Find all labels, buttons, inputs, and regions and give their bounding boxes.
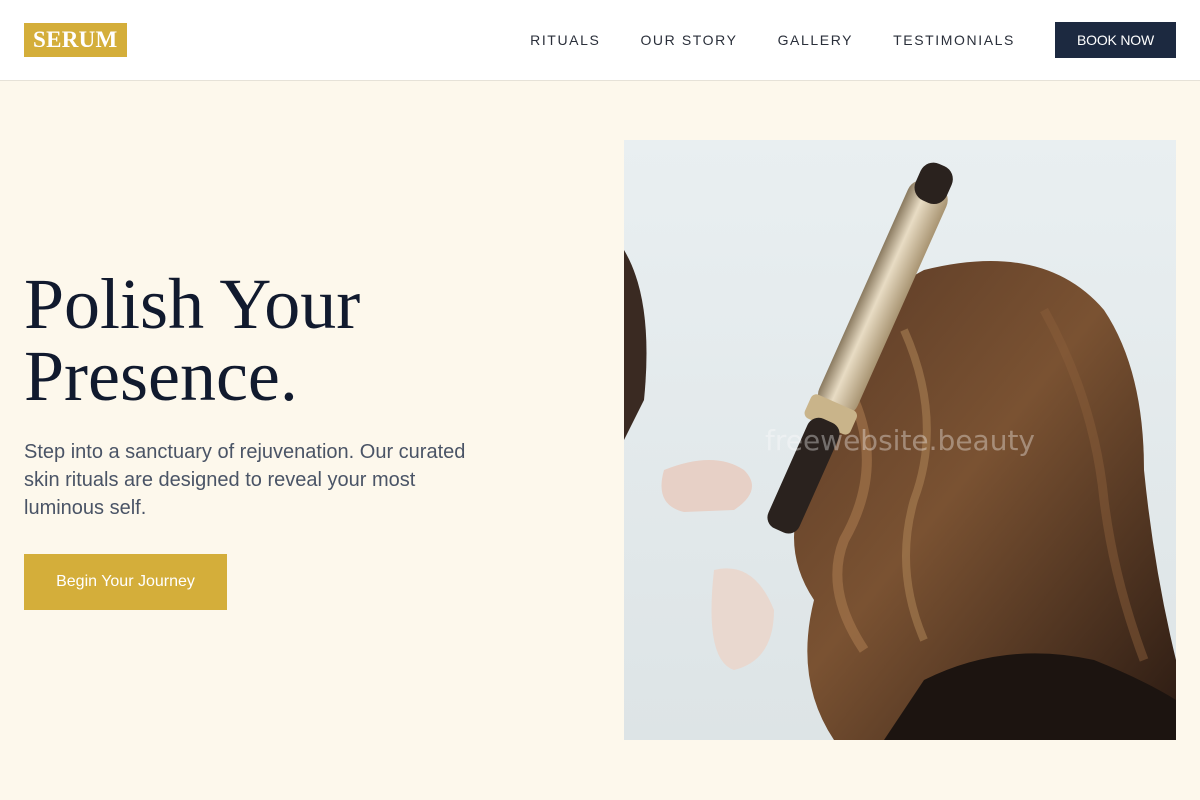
nav-link-gallery[interactable]: GALLERY — [778, 32, 854, 48]
hero-description: Step into a sanctuary of rejuvenation. O… — [24, 441, 466, 519]
book-now-button[interactable]: BOOK NOW — [1055, 22, 1176, 58]
nav-link-our-story[interactable]: OUR STORY — [640, 32, 737, 48]
site-header: SERUM RITUALS OUR STORY GALLERY TESTIMON… — [0, 0, 1200, 81]
nav-link-rituals[interactable]: RITUALS — [530, 32, 600, 48]
hero-title: Polish Your Presence. — [24, 268, 544, 412]
hair-styling-photo — [624, 140, 1176, 740]
begin-journey-button[interactable]: Begin Your Journey — [24, 554, 227, 610]
hero-title-line-2: Presence. — [24, 336, 298, 416]
main-nav: RITUALS OUR STORY GALLERY TESTIMONIALS — [530, 0, 1015, 80]
hero-title-line-1: Polish Your — [24, 264, 361, 344]
nav-link-testimonials[interactable]: TESTIMONIALS — [893, 32, 1015, 48]
hero-image: freewebsite.beauty — [624, 140, 1176, 740]
logo[interactable]: SERUM — [24, 23, 127, 57]
